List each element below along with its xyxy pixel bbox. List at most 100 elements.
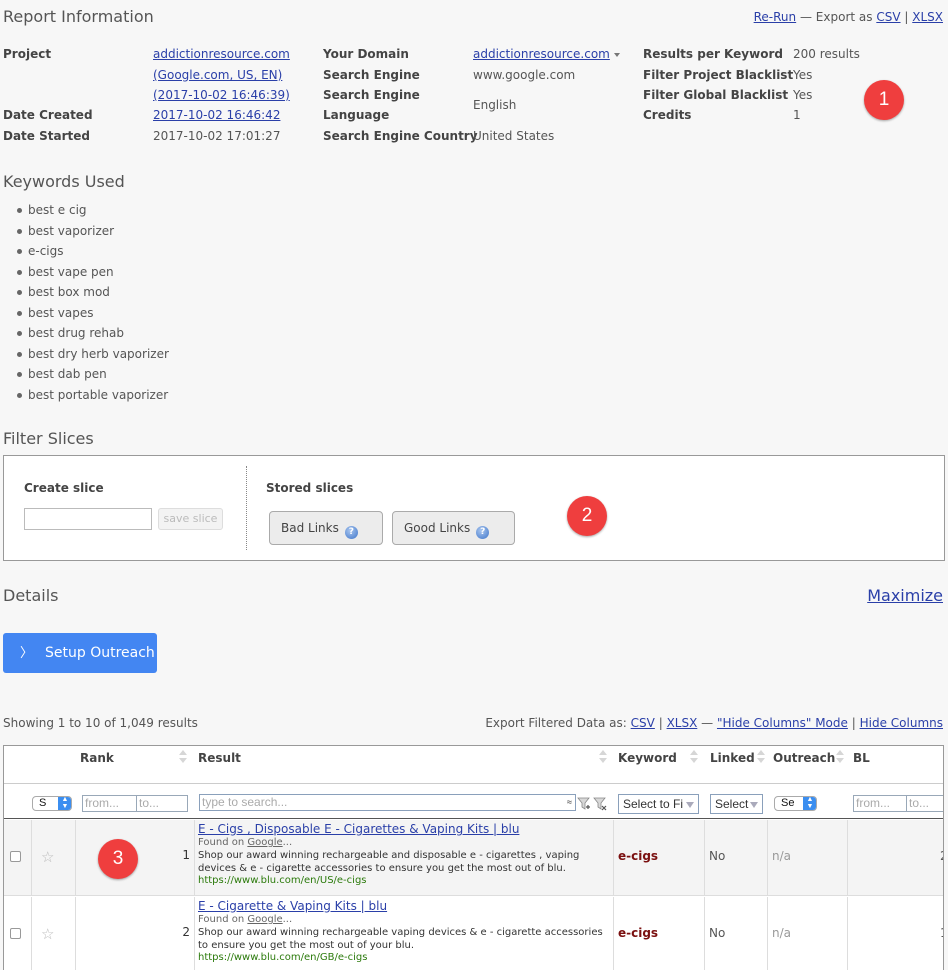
column-header-result[interactable]: Result: [198, 747, 241, 784]
row-checkbox[interactable]: [10, 928, 21, 939]
result-search-input[interactable]: type to search... ≈: [199, 794, 576, 811]
separator: |: [851, 716, 856, 730]
keyword-item: best drug rehab: [0, 323, 300, 344]
table-row[interactable]: ☆ 1 E - Cigs , Disposable E - Cigarettes…: [4, 820, 943, 896]
result-description: Shop our award winning rechargeable vapi…: [198, 927, 603, 951]
project-link[interactable]: addictionresource.com: [153, 47, 290, 61]
filter-add-icon[interactable]: [577, 797, 591, 811]
found-on: Found on Google...: [198, 913, 613, 926]
sort-icon[interactable]: [599, 750, 607, 764]
star-icon[interactable]: ☆: [41, 925, 54, 943]
separator: —: [701, 716, 714, 730]
slice-name-input[interactable]: [24, 508, 152, 530]
outreach-value: n/a: [772, 926, 792, 940]
export-xlsx-link[interactable]: XLSX: [912, 10, 943, 24]
chevron-right-icon: 〉: [20, 646, 34, 661]
select-value: S: [39, 797, 47, 809]
found-on: Found on Google...: [198, 836, 613, 849]
annotation-badge-1: 1: [864, 80, 904, 120]
keyword-filter-select[interactable]: Select to Fi: [618, 794, 699, 814]
search-engine-label: Search Engine: [323, 68, 420, 82]
rank-from-input[interactable]: from...: [82, 795, 138, 812]
project-label: Project: [3, 47, 52, 61]
export-filtered-csv-link[interactable]: CSV: [631, 716, 655, 730]
help-icon[interactable]: ?: [476, 526, 490, 539]
search-engine-value: www.google.com: [473, 68, 576, 82]
separator: |: [904, 10, 909, 24]
keyword-item: best dry herb vaporizer: [0, 344, 300, 365]
slice-bad-links-button[interactable]: Bad Links?: [269, 511, 383, 545]
setup-outreach-button[interactable]: 〉 Setup Outreach: [3, 633, 157, 673]
your-domain-dropdown[interactable]: addictionresource.com: [473, 47, 620, 61]
filter-project-blacklist-value: Yes: [793, 68, 813, 82]
slice-label: Good Links: [404, 521, 471, 535]
column-header-rank[interactable]: Rank: [80, 747, 114, 784]
maximize-link[interactable]: Maximize: [867, 586, 943, 605]
select-value: Select to Fi: [623, 797, 684, 811]
hide-columns-mode-link[interactable]: "Hide Columns" Mode: [717, 716, 848, 730]
result-url: https://www.blu.com/en/US/e-cigs: [198, 875, 367, 886]
chevron-down-icon[interactable]: [613, 52, 620, 57]
keyword-item: best box mod: [0, 282, 300, 303]
star-cell: ☆: [32, 897, 76, 970]
column-header-linked[interactable]: Linked: [710, 747, 755, 784]
keyword-item: best e cig: [0, 200, 300, 221]
your-domain-label: Your Domain: [323, 47, 409, 61]
rank-to-input[interactable]: to...: [136, 795, 188, 812]
filter-project-blacklist-label: Filter Project Blacklist: [643, 68, 794, 82]
bl-cell: 2: [848, 820, 943, 895]
sort-icon[interactable]: [757, 750, 765, 764]
export-prefix: — Export as: [799, 10, 873, 24]
help-icon[interactable]: ?: [344, 526, 358, 539]
keyword-cell: e-cigs: [614, 897, 705, 970]
filter-global-blacklist-value: Yes: [793, 88, 813, 102]
stepper-icon: ▲ ▼: [803, 797, 816, 810]
results-count: Showing 1 to 10 of 1,049 results: [3, 716, 198, 730]
column-header-outreach[interactable]: Outreach: [773, 747, 835, 784]
sort-icon[interactable]: [836, 750, 844, 764]
filter-slices-panel: Create slice save slice Stored slices Ba…: [3, 455, 945, 561]
sort-icon[interactable]: [690, 750, 698, 764]
chevron-down-icon: [686, 802, 694, 808]
column-header-bl[interactable]: BL: [853, 747, 870, 784]
your-domain-link[interactable]: addictionresource.com: [473, 47, 610, 61]
sort-icon[interactable]: [179, 750, 187, 764]
results-table: Rank Result Keyword Linked Outreach BL S…: [3, 745, 944, 970]
search-placeholder: type to search...: [202, 795, 288, 809]
hide-columns-link[interactable]: Hide Columns: [860, 716, 943, 730]
project-engine-link[interactable]: (Google.com, US, EN): [153, 68, 282, 82]
found-prefix: Found on: [198, 914, 245, 925]
slice-good-links-button[interactable]: Good Links?: [392, 511, 515, 545]
results-per-keyword-value: 200 results: [793, 47, 860, 61]
found-source-link[interactable]: Google: [247, 914, 282, 925]
linked-filter-select[interactable]: Select: [710, 794, 763, 814]
keyword-item: e-cigs: [0, 241, 300, 262]
export-csv-link[interactable]: CSV: [876, 10, 900, 24]
result-title-link[interactable]: E - Cigs , Disposable E - Cigarettes & V…: [198, 822, 613, 836]
filter-global-blacklist-label: Filter Global Blacklist: [643, 88, 789, 102]
chevron-down-icon: [750, 802, 758, 808]
star-icon[interactable]: ☆: [41, 848, 54, 866]
filter-clear-icon[interactable]: [593, 797, 607, 811]
table-row[interactable]: ☆ 2 E - Cigarette & Vaping Kits | blu Fo…: [4, 897, 943, 970]
result-title-link[interactable]: E - Cigarette & Vaping Kits | blu: [198, 899, 613, 913]
se-language-label-2: Language: [323, 108, 390, 122]
starred-filter-select[interactable]: S ▲ ▼: [32, 796, 72, 811]
bl-from-input[interactable]: from...: [853, 795, 908, 812]
column-header-keyword[interactable]: Keyword: [618, 747, 677, 784]
export-filtered-xlsx-link[interactable]: XLSX: [667, 716, 698, 730]
row-checkbox[interactable]: [10, 851, 21, 862]
bl-to-input[interactable]: to...: [906, 795, 943, 812]
export-filtered-bar: Export Filtered Data as: CSV | XLSX — "H…: [485, 716, 943, 730]
outreach-filter-select[interactable]: Se ▲ ▼: [774, 796, 817, 811]
rerun-link[interactable]: Re-Run: [754, 10, 797, 24]
keywords-title: Keywords Used: [3, 172, 125, 191]
project-date-link[interactable]: (2017-10-02 16:46:39): [153, 88, 290, 102]
save-slice-button[interactable]: save slice: [158, 508, 223, 530]
select-value: Select: [715, 797, 749, 811]
found-source-link[interactable]: Google: [247, 837, 282, 848]
result-description: Shop our award winning rechargeable and …: [198, 850, 580, 874]
date-created-value[interactable]: 2017-10-02 16:46:42: [153, 108, 280, 122]
details-title: Details: [3, 586, 59, 605]
select-value: Se: [781, 797, 795, 809]
